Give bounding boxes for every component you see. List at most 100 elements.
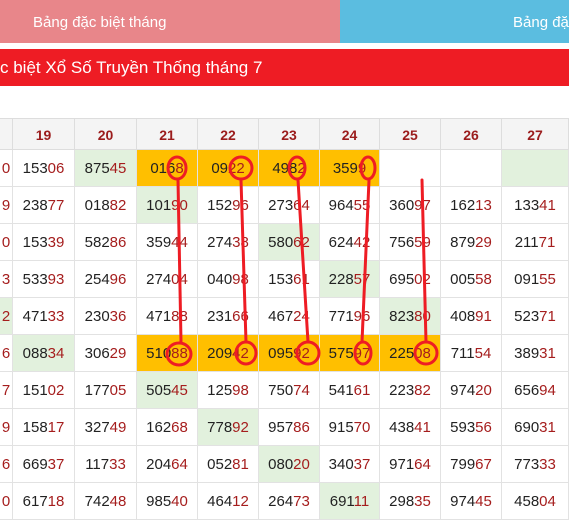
result-suffix: 42 bbox=[353, 234, 371, 251]
result-cell: 98540 bbox=[137, 483, 198, 520]
result-prefix: 133 bbox=[514, 197, 540, 214]
result-suffix: 08 bbox=[414, 345, 431, 362]
result-prefix: 957 bbox=[268, 419, 294, 436]
result-cell: 26473 bbox=[259, 483, 320, 520]
result-prefix: 690 bbox=[514, 419, 540, 436]
result-suffix: 11 bbox=[353, 493, 370, 510]
result-suffix: 55 bbox=[539, 271, 556, 288]
result-prefix: 088 bbox=[22, 345, 48, 362]
result-cell: 97164 bbox=[380, 446, 441, 483]
result-prefix: 582 bbox=[84, 234, 110, 251]
result-suffix: 0 bbox=[1, 234, 11, 251]
result-cell: 36097 bbox=[380, 187, 441, 224]
result-prefix: 359 bbox=[146, 234, 172, 251]
result-suffix: 24 bbox=[293, 308, 310, 325]
result-cell bbox=[380, 150, 441, 187]
result-prefix: 575 bbox=[328, 345, 354, 362]
result-cell: 40891 bbox=[441, 298, 502, 335]
result-cell: 20942 bbox=[198, 335, 259, 372]
result-cell: 61718 bbox=[13, 483, 75, 520]
result-prefix: 389 bbox=[514, 345, 540, 362]
result-suffix: 48 bbox=[109, 493, 127, 510]
result-cell: 54161 bbox=[320, 372, 380, 409]
result-cell: 43841 bbox=[380, 409, 441, 446]
result-suffix: 33 bbox=[539, 456, 556, 473]
day-header: 27 bbox=[502, 118, 569, 150]
result-cell: 27404 bbox=[137, 261, 198, 298]
result-suffix: 20 bbox=[293, 456, 310, 473]
result-prefix: 095 bbox=[268, 345, 294, 362]
result-cell: 01882 bbox=[75, 187, 137, 224]
result-cell: 32749 bbox=[75, 409, 137, 446]
result-cell: 50545 bbox=[137, 372, 198, 409]
result-suffix: 3 bbox=[1, 271, 11, 288]
day-header: 21 bbox=[137, 118, 198, 150]
result-suffix: 38 bbox=[232, 234, 249, 251]
result-cell: 35944 bbox=[137, 224, 198, 261]
result-prefix: 091 bbox=[514, 271, 540, 288]
result-prefix: 523 bbox=[514, 308, 540, 325]
result-suffix: 9 bbox=[357, 160, 367, 177]
result-cell: 9 bbox=[0, 409, 13, 446]
result-prefix: 327 bbox=[84, 419, 110, 436]
result-prefix: 231 bbox=[207, 308, 233, 325]
result-cell: 46412 bbox=[198, 483, 259, 520]
result-prefix: 691 bbox=[329, 493, 354, 510]
result-cell: 6 bbox=[0, 335, 13, 372]
result-prefix: 879 bbox=[450, 234, 476, 251]
result-prefix: 016 bbox=[150, 160, 176, 177]
result-cell: 04098 bbox=[198, 261, 259, 298]
result-cell: 9 bbox=[0, 187, 13, 224]
result-cell: 77333 bbox=[502, 446, 569, 483]
result-cell: 17705 bbox=[75, 372, 137, 409]
result-cell: 3599 bbox=[320, 150, 380, 187]
result-suffix: 33 bbox=[109, 456, 126, 473]
result-prefix: 101 bbox=[146, 197, 172, 214]
result-cell: 38931 bbox=[502, 335, 569, 372]
result-cell: 69031 bbox=[502, 409, 569, 446]
result-suffix: 96 bbox=[353, 308, 371, 325]
result-suffix: 92 bbox=[232, 419, 249, 436]
result-suffix: 31 bbox=[539, 345, 556, 362]
result-cell: 22508 bbox=[380, 335, 441, 372]
result-cell: 34037 bbox=[320, 446, 380, 483]
result-cell: 15102 bbox=[13, 372, 75, 409]
result-suffix: 88 bbox=[171, 308, 188, 325]
result-suffix: 71 bbox=[539, 308, 556, 325]
result-prefix: 974 bbox=[450, 382, 476, 399]
result-prefix: 151 bbox=[22, 382, 48, 399]
result-cell bbox=[502, 150, 569, 187]
result-suffix: 66 bbox=[232, 308, 249, 325]
result-suffix: 7 bbox=[1, 382, 11, 399]
result-cell: 21171 bbox=[502, 224, 569, 261]
result-suffix: 40 bbox=[171, 493, 188, 510]
result-suffix: 17 bbox=[47, 419, 65, 436]
result-cell: 0922 bbox=[198, 150, 259, 187]
result-cell: 69111 bbox=[320, 483, 380, 520]
result-cell: 15817 bbox=[13, 409, 75, 446]
result-cell: 10190 bbox=[137, 187, 198, 224]
result-suffix: 57 bbox=[353, 271, 371, 288]
result-suffix: 80 bbox=[414, 308, 431, 325]
result-prefix: 306 bbox=[84, 345, 110, 362]
result-prefix: 471 bbox=[22, 308, 48, 325]
result-cell: 16213 bbox=[441, 187, 502, 224]
result-cell: 62442 bbox=[320, 224, 380, 261]
result-prefix: 153 bbox=[22, 234, 48, 251]
result-suffix: 04 bbox=[171, 271, 188, 288]
result-prefix: 505 bbox=[146, 382, 172, 399]
result-prefix: 298 bbox=[389, 493, 415, 510]
result-prefix: 228 bbox=[328, 271, 354, 288]
result-prefix: 669 bbox=[22, 456, 48, 473]
result-suffix: 6 bbox=[1, 345, 11, 362]
result-cell: 53393 bbox=[13, 261, 75, 298]
result-prefix: 209 bbox=[207, 345, 233, 362]
result-prefix: 254 bbox=[84, 271, 110, 288]
result-cell: 52371 bbox=[502, 298, 569, 335]
result-prefix: 875 bbox=[84, 160, 110, 177]
result-cell: 15339 bbox=[13, 224, 75, 261]
result-cell: 12598 bbox=[198, 372, 259, 409]
result-prefix: 162 bbox=[146, 419, 172, 436]
result-suffix: 64 bbox=[171, 456, 188, 473]
result-prefix: 711 bbox=[450, 345, 475, 362]
